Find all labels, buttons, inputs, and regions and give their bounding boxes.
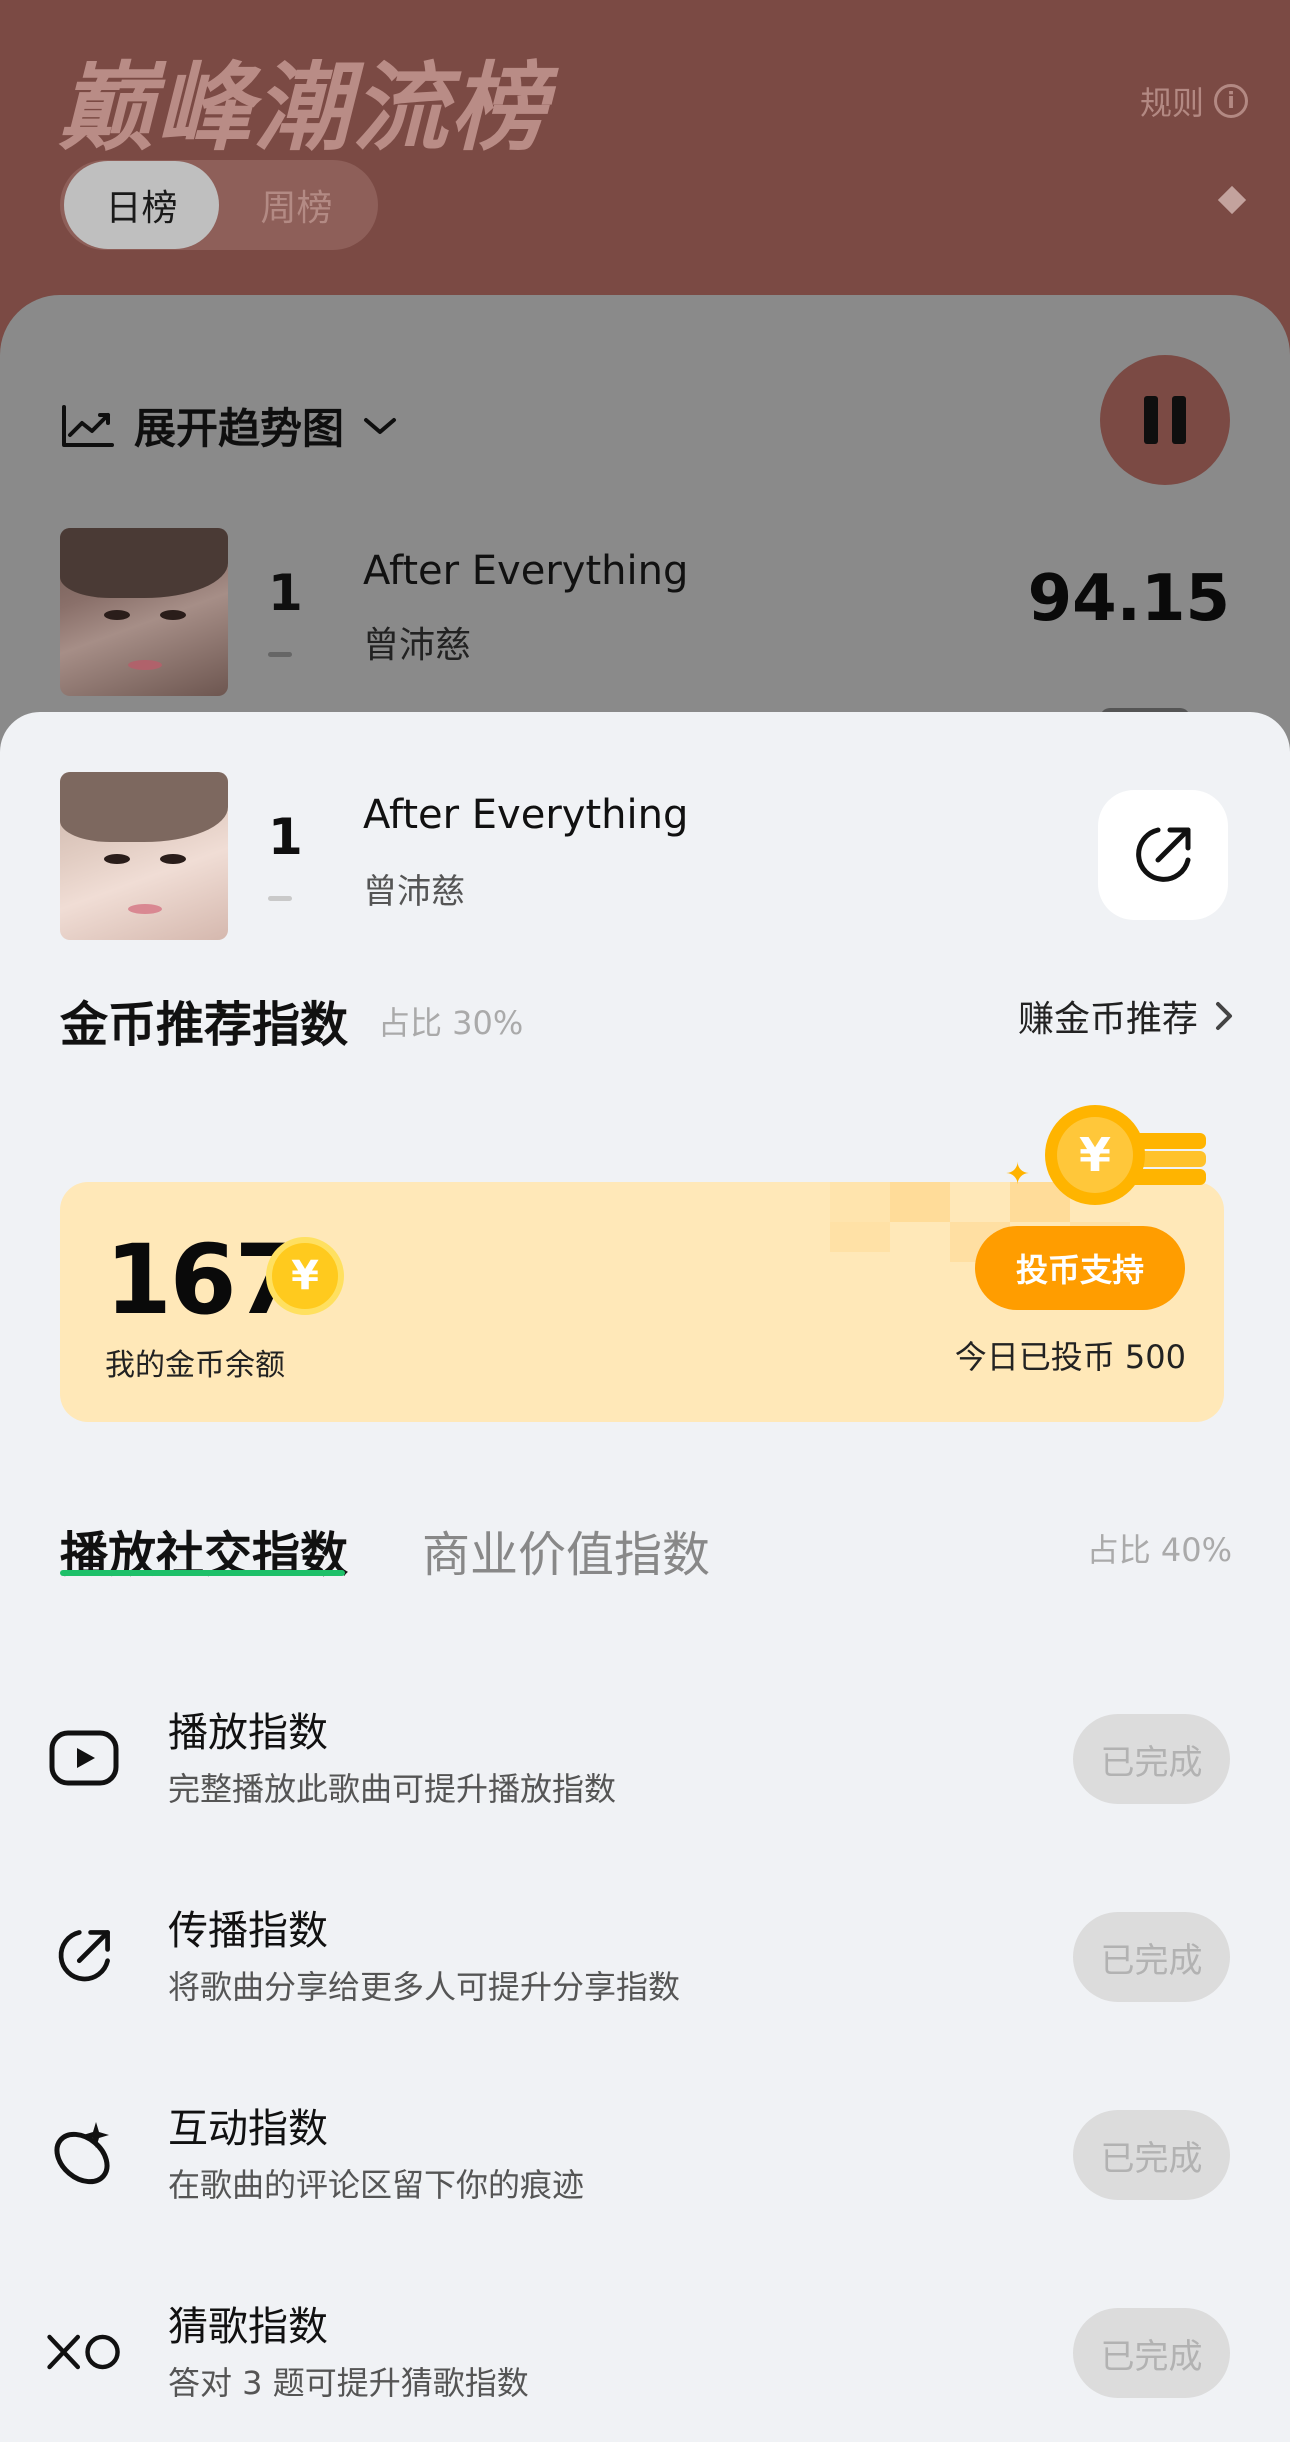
chevron-right-icon xyxy=(1216,1002,1232,1030)
expand-trend-toggle[interactable]: 展开趋势图 xyxy=(60,395,398,456)
coin-balance-card: 167 ¥ 我的金币余额 投币支持 今日已投币 500 xyxy=(60,1182,1224,1422)
rank-change-dash xyxy=(268,652,292,657)
period-tabs: 日榜 周榜 xyxy=(60,160,378,250)
trend-label: 展开趋势图 xyxy=(134,404,345,453)
task-desc: 答对 3 题可提升猜歌指数 xyxy=(168,2364,529,2402)
task-desc: 完整播放此歌曲可提升播放指数 xyxy=(168,1770,617,1808)
coin-balance-label: 我的金币余额 xyxy=(105,1348,285,1383)
chevron-down-icon xyxy=(364,417,397,434)
task-complete-button[interactable]: 已完成 xyxy=(1073,2308,1230,2398)
earn-coins-link[interactable]: 赚金币推荐 xyxy=(1018,990,1234,1042)
share-icon xyxy=(46,1918,122,1994)
ranking-row[interactable]: 1 After Everything 曾沛慈 94.15 xyxy=(60,528,1230,698)
song-artist: 曾沛慈 xyxy=(363,625,472,666)
info-icon: i xyxy=(1214,84,1248,118)
album-cover xyxy=(60,528,228,696)
tab-daily[interactable]: 日榜 xyxy=(64,161,219,249)
coin-icon: ¥ xyxy=(266,1237,344,1315)
sheet-song-row: 1 After Everything 曾沛慈 xyxy=(60,772,1230,942)
share-icon xyxy=(1136,827,1191,882)
song-title: After Everything xyxy=(363,548,689,594)
tab-commercial-value[interactable]: 商业价值指数 xyxy=(422,1515,710,1585)
coin-index-title: 金币推荐指数 xyxy=(60,997,349,1053)
coin-index-ratio: 占比 30% xyxy=(378,1004,524,1042)
rank-number: 1 xyxy=(268,808,303,866)
sparkle-icon: ✦ xyxy=(1005,1157,1031,1192)
rules-link[interactable]: 规则 i xyxy=(1140,78,1248,124)
task-title: 播放指数 xyxy=(168,1710,328,1756)
task-complete-button[interactable]: 已完成 xyxy=(1073,1714,1230,1804)
song-title: After Everything xyxy=(363,792,689,838)
rank-change-dash xyxy=(268,896,292,901)
chart-title: 巅峰潮流榜 xyxy=(58,52,548,164)
play-icon xyxy=(46,1720,122,1796)
active-tab-indicator xyxy=(60,1570,345,1576)
task-share-index: 传播指数 将歌曲分享给更多人可提升分享指数 已完成 xyxy=(0,1890,1290,2040)
pause-icon-bar xyxy=(1172,396,1186,444)
task-complete-button[interactable]: 已完成 xyxy=(1073,1912,1230,2002)
task-title: 猜歌指数 xyxy=(168,2304,328,2350)
song-score: 94.15 xyxy=(1027,562,1230,636)
rules-label: 规则 xyxy=(1139,84,1204,122)
task-play-index: 播放指数 完整播放此歌曲可提升播放指数 已完成 xyxy=(0,1692,1290,1842)
earn-coins-label: 赚金币推荐 xyxy=(1017,999,1198,1040)
task-guess-index: 猜歌指数 答对 3 题可提升猜歌指数 已完成 xyxy=(0,2286,1290,2436)
pause-icon xyxy=(1144,396,1158,444)
share-button[interactable] xyxy=(1098,790,1228,920)
pause-button[interactable] xyxy=(1100,355,1230,485)
svg-text:¥: ¥ xyxy=(1079,1128,1111,1182)
coin-stack-icon: ¥ xyxy=(1045,1105,1206,1205)
xo-icon xyxy=(46,2314,122,2390)
task-interaction-index: 互动指数 在歌曲的评论区留下你的痕迹 已完成 xyxy=(0,2088,1290,2238)
task-title: 互动指数 xyxy=(168,2106,328,2152)
tab-weekly[interactable]: 周榜 xyxy=(219,161,374,249)
vote-coin-button[interactable]: 投币支持 xyxy=(975,1226,1185,1310)
today-coin-count: 今日已投币 500 xyxy=(954,1338,1186,1376)
comment-sparkle-icon xyxy=(46,2116,122,2192)
index-ratio: 占比 40% xyxy=(1086,1531,1232,1569)
rank-number: 1 xyxy=(268,564,303,622)
task-title: 传播指数 xyxy=(168,1908,328,1954)
trend-chart-icon xyxy=(62,404,114,447)
album-cover xyxy=(60,772,228,940)
task-desc: 将歌曲分享给更多人可提升分享指数 xyxy=(168,1968,681,2006)
task-complete-button[interactable]: 已完成 xyxy=(1073,2110,1230,2200)
song-artist: 曾沛慈 xyxy=(363,872,465,912)
task-desc: 在歌曲的评论区留下你的痕迹 xyxy=(168,2166,585,2204)
